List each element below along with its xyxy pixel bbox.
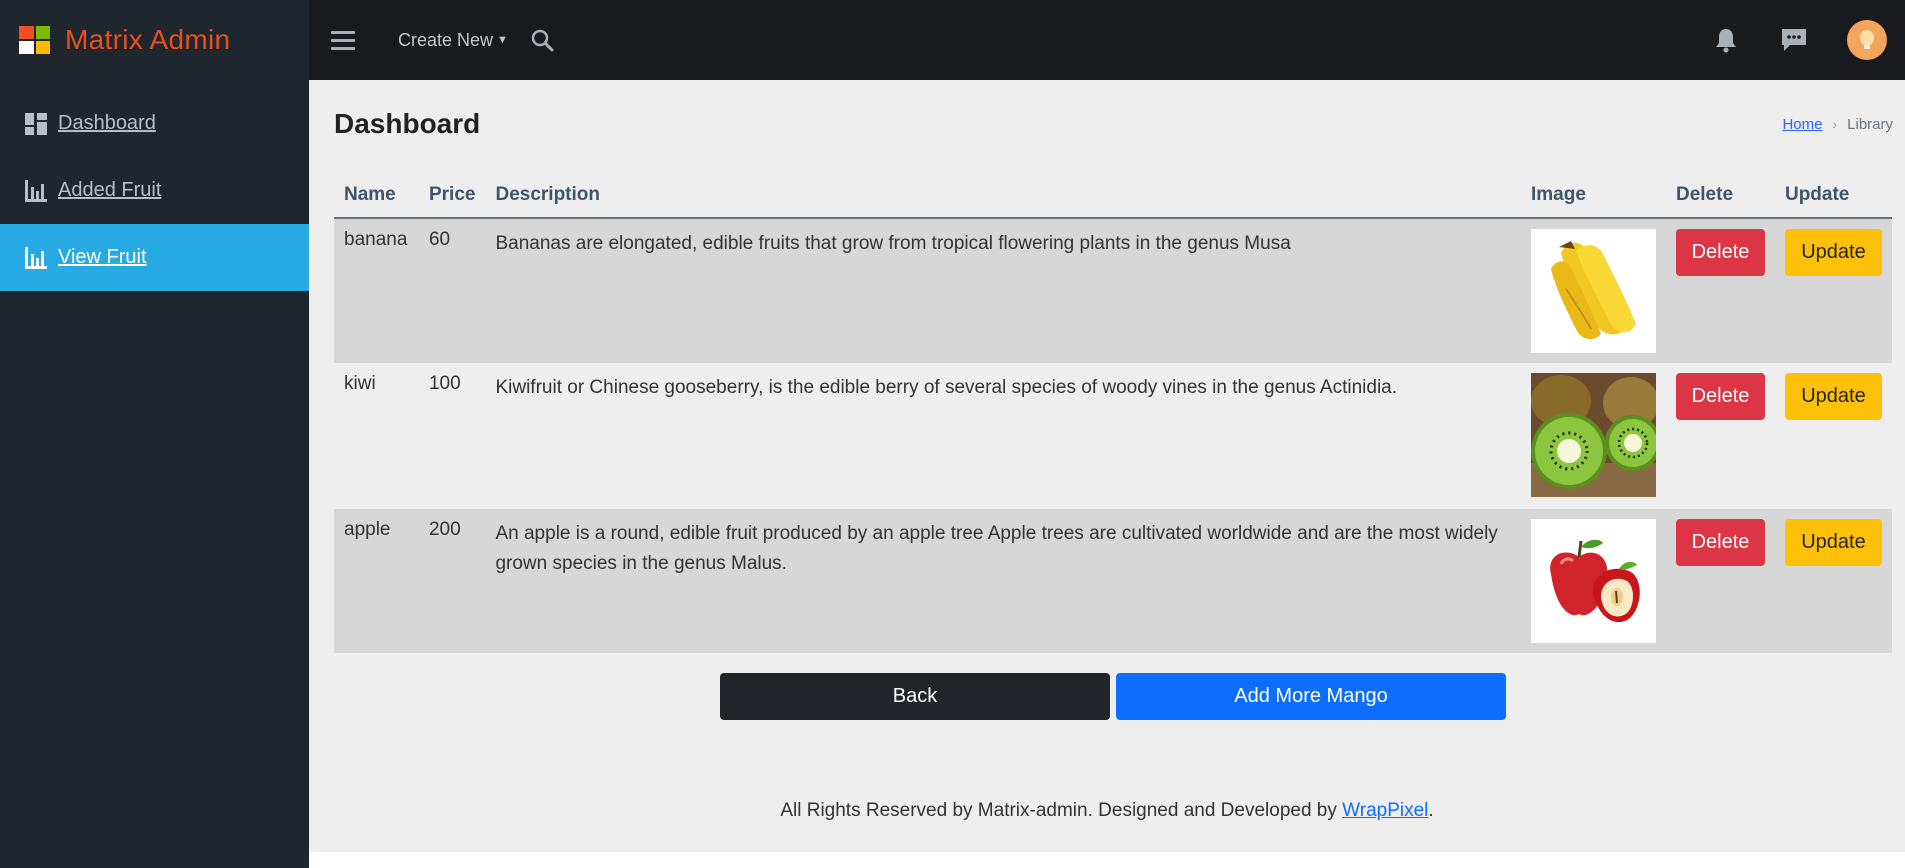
footer-wrappixel-link[interactable]: WrapPixel (1342, 800, 1428, 821)
delete-cell: Delete (1665, 363, 1775, 509)
fruit-image-cell (1520, 509, 1666, 653)
delete-button[interactable]: Delete (1675, 229, 1765, 276)
update-button[interactable]: Update (1784, 373, 1882, 420)
chevron-down-icon: ▼ (497, 34, 508, 46)
column-header-delete: Delete (1665, 172, 1775, 219)
column-header-update: Update (1774, 172, 1892, 219)
delete-button[interactable]: Delete (1675, 519, 1765, 566)
topbar-right (1709, 0, 1887, 80)
search-icon[interactable] (528, 26, 556, 54)
dashboard-icon (24, 112, 48, 136)
sidebar-item-view-fruit[interactable]: View Fruit (0, 224, 309, 291)
create-new-dropdown[interactable]: Create New ▼ (398, 30, 508, 51)
delete-cell: Delete (1665, 218, 1775, 363)
footer-text: All Rights Reserved by Matrix-admin. Des… (780, 800, 1343, 821)
sidebar-nav: Dashboard Added Fruit View Fruit (0, 90, 309, 291)
sidebar-item-label: Dashboard (58, 112, 156, 134)
breadcrumb: Home › Library (1782, 116, 1893, 133)
sidebar-item-label: Added Fruit (58, 179, 162, 201)
footer: All Rights Reserved by Matrix-admin. Des… (309, 800, 1905, 822)
sidebar-item-added-fruit[interactable]: Added Fruit (0, 157, 309, 224)
column-header-image: Image (1520, 172, 1666, 219)
fruit-table: Name Price Description Image Delete Upda… (334, 172, 1892, 653)
back-button[interactable]: Back (720, 673, 1110, 720)
delete-cell: Delete (1665, 509, 1775, 653)
fruit-name: apple (334, 509, 419, 653)
create-new-label: Create New (398, 29, 494, 50)
kiwi-image (1530, 373, 1656, 497)
update-cell: Update (1774, 363, 1892, 509)
sidebar-item-label: View Fruit (58, 246, 147, 268)
fruit-price: 100 (418, 363, 486, 509)
fruit-image-cell (1520, 218, 1666, 363)
table-row: apple 200 An apple is a round, edible fr… (334, 509, 1892, 653)
delete-button[interactable]: Delete (1675, 373, 1765, 420)
update-button[interactable]: Update (1784, 229, 1882, 276)
update-cell: Update (1774, 509, 1892, 653)
apple-image (1530, 519, 1656, 643)
table-actions: Back Add More Mango (720, 673, 1506, 720)
brand[interactable]: Matrix Admin (0, 0, 309, 80)
menu-icon[interactable] (331, 26, 359, 54)
bar-chart-icon (24, 179, 48, 203)
page-title: Dashboard (334, 108, 481, 139)
bar-chart-icon (24, 246, 48, 270)
main-content: Dashboard Home › Library Name Price Desc… (309, 80, 1905, 852)
add-more-mango-button[interactable]: Add More Mango (1116, 673, 1506, 720)
page-header: Dashboard Home › Library (334, 104, 1893, 144)
fruit-name: banana (334, 218, 419, 363)
breadcrumb-home-link[interactable]: Home (1782, 116, 1822, 133)
fruit-price: 200 (418, 509, 486, 653)
breadcrumb-current: Library (1847, 115, 1893, 133)
banana-image (1530, 229, 1656, 353)
sidebar-item-dashboard[interactable]: Dashboard (0, 90, 309, 157)
footer-suffix: . (1428, 800, 1434, 821)
update-cell: Update (1774, 218, 1892, 363)
fruit-description: An apple is a round, edible fruit produc… (485, 509, 1521, 653)
sidebar: Matrix Admin Dashboard Added Fruit View … (0, 0, 309, 868)
brand-name: Matrix Admin (65, 24, 231, 55)
column-header-price: Price (418, 172, 486, 219)
avatar[interactable] (1847, 20, 1887, 60)
bell-icon[interactable] (1709, 23, 1743, 57)
table-row: banana 60 Bananas are elongated, edible … (334, 218, 1892, 363)
update-button[interactable]: Update (1784, 519, 1882, 566)
brand-logo-icon (19, 26, 50, 54)
fruit-description: Kiwifruit or Chinese gooseberry, is the … (485, 363, 1521, 509)
table-header-row: Name Price Description Image Delete Upda… (334, 172, 1892, 219)
fruit-price: 60 (418, 218, 486, 363)
chat-icon[interactable] (1777, 23, 1811, 57)
column-header-description: Description (485, 172, 1521, 219)
chevron-right-icon: › (1832, 116, 1838, 132)
fruit-description: Bananas are elongated, edible fruits tha… (485, 218, 1521, 363)
topbar: Create New ▼ (309, 0, 1905, 80)
fruit-name: kiwi (334, 363, 419, 509)
fruit-image-cell (1520, 363, 1666, 509)
footer-strip (309, 852, 1905, 868)
table-row: kiwi 100 Kiwifruit or Chinese gooseberry… (334, 363, 1892, 509)
column-header-name: Name (334, 172, 419, 219)
